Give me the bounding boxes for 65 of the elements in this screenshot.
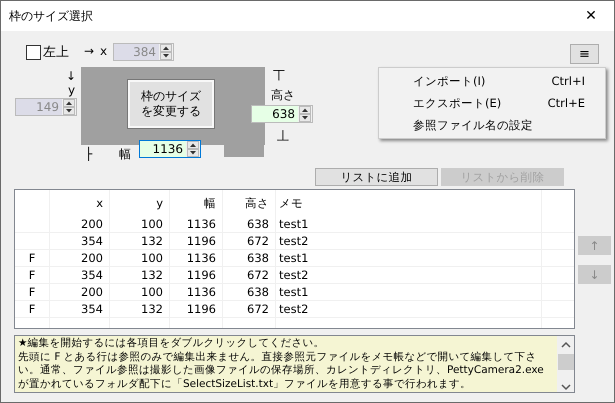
spin-arrows-icon[interactable] bbox=[187, 141, 199, 157]
table-cell: test2 bbox=[276, 267, 542, 283]
y-label: y bbox=[68, 83, 76, 97]
table-cell: F bbox=[28, 302, 36, 316]
table-cell: F bbox=[28, 251, 36, 265]
table-cell: 132 bbox=[110, 301, 170, 317]
window-title: 枠のサイズ選択 bbox=[9, 8, 93, 24]
x-label: x bbox=[100, 44, 108, 58]
table-cell: 672 bbox=[223, 301, 276, 317]
height-top-mark: 丅 bbox=[273, 68, 285, 82]
column-header: 幅 bbox=[170, 190, 223, 216]
table-cell: test1 bbox=[276, 284, 542, 300]
table-cell: 100 bbox=[110, 250, 170, 266]
table-cell: 1196 bbox=[170, 233, 223, 249]
arrow-label: → bbox=[84, 44, 94, 58]
close-button[interactable]: ✕ bbox=[568, 1, 614, 31]
number-spinner[interactable]: 1136 bbox=[139, 140, 201, 158]
arrow-label: ↓ bbox=[66, 69, 76, 83]
checkbox-label: 左上 bbox=[43, 44, 69, 61]
spin-arrows-icon[interactable] bbox=[299, 106, 311, 122]
table-cell: 200 bbox=[50, 250, 110, 266]
table-cell: 132 bbox=[110, 233, 170, 249]
table-cell: F bbox=[28, 268, 36, 282]
menu-item[interactable]: エクスポート(E) Ctrl+E bbox=[379, 92, 605, 114]
column-header: x bbox=[50, 190, 110, 216]
column-header: y bbox=[110, 190, 170, 216]
table-cell: 1196 bbox=[170, 301, 223, 317]
table-cell: 200 bbox=[50, 216, 110, 232]
note-text: ★編集を開始するには各項目をダブルクリックしてください。 bbox=[18, 337, 326, 350]
table-cell: 638 bbox=[223, 284, 276, 300]
height-bottom-mark: 丄 bbox=[277, 129, 289, 143]
table-cell: 1136 bbox=[170, 216, 223, 232]
column-header: メモ bbox=[276, 190, 542, 216]
table-cell: 100 bbox=[110, 216, 170, 232]
height-label: 高さ bbox=[271, 88, 295, 102]
table-cell: 672 bbox=[223, 267, 276, 283]
number-spinner[interactable]: 638 bbox=[251, 105, 313, 123]
table-cell: 200 bbox=[50, 284, 110, 300]
resize-button[interactable]: 枠のサイズを変更する bbox=[128, 80, 214, 128]
note-text: 先頭に F とある行は参照のみで編集出来ません。直接参照元ファイルをメモ帳などで開いて編集して下さい。通常、ファイル参照は撮影した画像ファイルの保存場所、カレントディレクトリ、PettyCamera2.exeが置かれているフォルダ配下に「SelectSizeList.txt」ファイルを用意する事で行われます。 bbox=[18, 350, 545, 391]
list-button[interactable]: リストに追加 bbox=[315, 168, 438, 186]
width-label: 幅 bbox=[119, 147, 131, 161]
scrollbar[interactable] bbox=[557, 336, 574, 392]
table-cell: F bbox=[28, 285, 36, 299]
checkbox[interactable] bbox=[26, 44, 41, 60]
column-header: 高さ bbox=[223, 190, 276, 216]
table-cell: 354 bbox=[50, 301, 110, 317]
table-cell: 1196 bbox=[170, 267, 223, 283]
table-cell: test2 bbox=[276, 301, 542, 317]
table-cell: 354 bbox=[50, 267, 110, 283]
table-cell: test2 bbox=[276, 233, 542, 249]
table-cell: 132 bbox=[110, 267, 170, 283]
menu-item[interactable]: 参照ファイル名の設定 bbox=[379, 114, 605, 136]
table-cell: 1136 bbox=[170, 250, 223, 266]
table-cell: test1 bbox=[276, 250, 542, 266]
width-left-mark: ├ bbox=[85, 147, 92, 161]
menu-button[interactable]: ≡ bbox=[570, 44, 599, 64]
table-cell: 672 bbox=[223, 233, 276, 249]
table-cell: 638 bbox=[223, 216, 276, 232]
table-cell: 1136 bbox=[170, 284, 223, 300]
table-cell: 100 bbox=[110, 284, 170, 300]
table-cell: 354 bbox=[50, 233, 110, 249]
table-cell: 638 bbox=[223, 250, 276, 266]
table-cell: test1 bbox=[276, 216, 542, 232]
menu-item[interactable]: インポート(I) Ctrl+I bbox=[379, 70, 605, 92]
